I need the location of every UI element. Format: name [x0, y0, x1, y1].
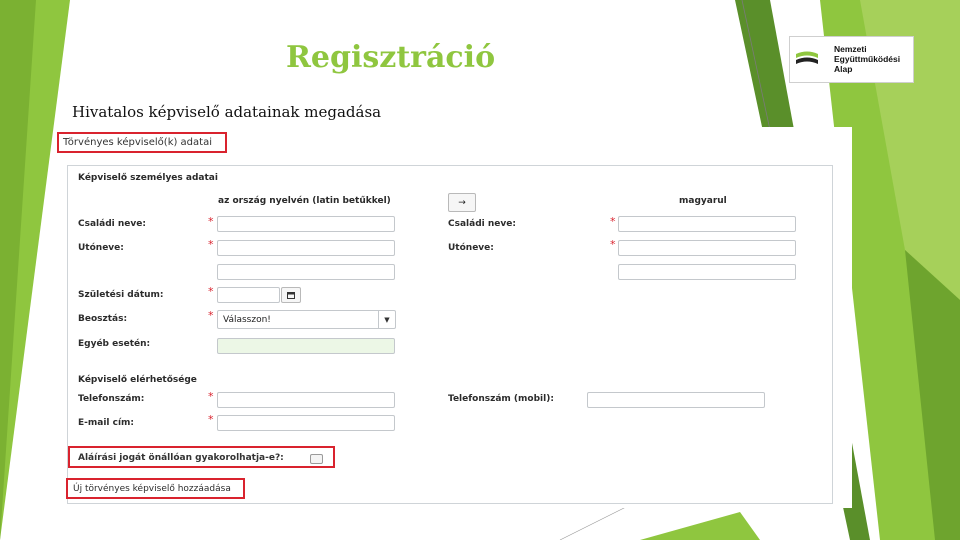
logo-mark-icon: [796, 51, 818, 64]
section-title: Törvényes képviselő(k) adatai: [63, 137, 212, 148]
logo-text: Nemzeti Együttműködési Alap: [834, 44, 900, 74]
calendar-button[interactable]: [281, 287, 301, 303]
email-input[interactable]: [217, 415, 395, 431]
given-name-label: Utóneve:: [78, 243, 124, 253]
nea-logo: Nemzeti Együttműködési Alap: [789, 36, 914, 83]
email-label: E-mail cím:: [78, 418, 135, 428]
logo-line-1: Nemzeti: [834, 44, 867, 54]
birth-date-input[interactable]: [217, 287, 280, 303]
chevron-down-icon[interactable]: ▼: [378, 311, 395, 328]
required-mark: *: [610, 215, 616, 228]
family-name-hu-input[interactable]: [618, 216, 796, 232]
copy-to-hungarian-button[interactable]: →: [448, 193, 476, 212]
position-select[interactable]: Válasszon! ▼: [217, 310, 396, 329]
slide-title: Regisztráció: [286, 40, 496, 75]
registration-form-screenshot: Törvényes képviselő(k) adatai Képviselő …: [57, 127, 852, 508]
given-name-hu-label: Utóneve:: [448, 243, 494, 253]
given-name-hu-second-input[interactable]: [618, 264, 796, 280]
family-name-hu-label: Családi neve:: [448, 219, 516, 229]
mobile-label: Telefonszám (mobil):: [448, 394, 554, 404]
add-representative-link[interactable]: Új törvényes képviselő hozzáadása: [73, 484, 231, 494]
calendar-icon: [287, 291, 295, 299]
contact-heading: Képviselő elérhetősége: [78, 375, 197, 385]
logo-line-3: Alap: [834, 64, 853, 74]
slide-subtitle: Hivatalos képviselő adatainak megadása: [72, 103, 382, 121]
phone-label: Telefonszám:: [78, 394, 145, 404]
required-mark: *: [610, 238, 616, 251]
required-mark: *: [208, 413, 214, 426]
position-label: Beosztás:: [78, 314, 128, 324]
other-input[interactable]: [217, 338, 395, 354]
other-label: Egyéb esetén:: [78, 339, 151, 349]
logo-line-2: Együttműködési: [834, 54, 901, 64]
given-name-second-input[interactable]: [217, 264, 395, 280]
column-heading-hungarian: magyarul: [679, 196, 727, 206]
signature-checkbox[interactable]: [310, 454, 323, 464]
required-mark: *: [208, 390, 214, 403]
position-selected-value: Válasszon!: [223, 314, 271, 325]
mobile-input[interactable]: [587, 392, 765, 408]
required-mark: *: [208, 285, 214, 298]
birth-date-label: Születési dátum:: [78, 290, 164, 300]
signature-label: Aláírási jogát önállóan gyakorolhatja-e?…: [78, 453, 284, 463]
family-name-input[interactable]: [217, 216, 395, 232]
given-name-hu-input[interactable]: [618, 240, 796, 256]
required-mark: *: [208, 309, 214, 322]
family-name-label: Családi neve:: [78, 219, 146, 229]
personal-data-heading: Képviselő személyes adatai: [78, 173, 218, 183]
given-name-input[interactable]: [217, 240, 395, 256]
required-mark: *: [208, 215, 214, 228]
phone-input[interactable]: [217, 392, 395, 408]
column-heading-latin: az ország nyelvén (latin betűkkel): [218, 196, 391, 206]
required-mark: *: [208, 238, 214, 251]
